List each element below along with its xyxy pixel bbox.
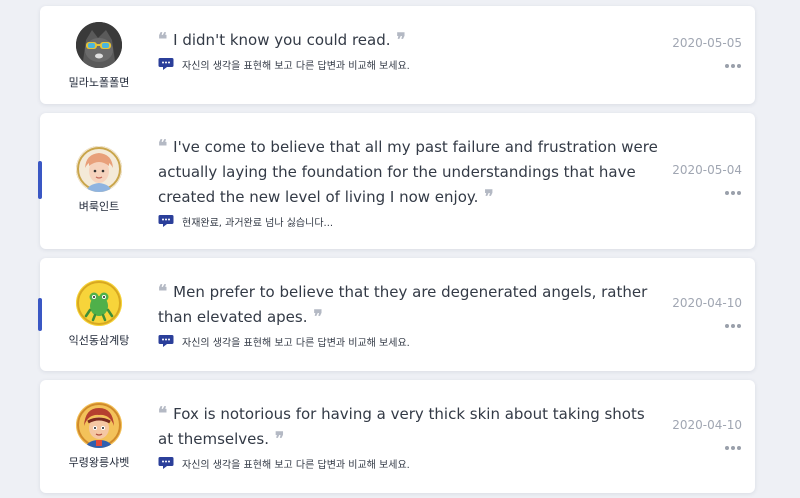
post-date: 2020-05-04	[672, 163, 742, 177]
chat-bubble-icon	[158, 457, 174, 469]
comment-link[interactable]: 현재완료, 과거완료 넘나 싫습니다...	[158, 213, 658, 229]
ellipsis-icon	[725, 324, 729, 328]
comment-link[interactable]: 자신의 생각을 표현해 보고 다른 답변과 비교해 보세요.	[158, 56, 658, 72]
author-name[interactable]: 밀라노폴폴면	[60, 74, 138, 90]
chat-bubble-icon	[158, 58, 174, 70]
quote-text: I've come to believe that all my past fa…	[158, 138, 658, 206]
answer-feed: 밀라노폴폴면 ❝ I didn't know you could read. ❞ 자…	[0, 0, 800, 498]
open-quote-icon: ❝	[158, 30, 168, 50]
avatar[interactable]	[76, 146, 122, 192]
highlight-bar	[38, 298, 42, 331]
author-profile[interactable]: 무령왕릉샤벳	[60, 402, 138, 470]
comment-link[interactable]: 자신의 생각을 표현해 보고 다른 답변과 비교해 보세요.	[158, 333, 658, 349]
chat-bubble-icon	[158, 215, 174, 227]
answer-content: ❝ I didn't know you could read. ❞ 자신의 생각을 …	[158, 28, 658, 72]
ellipsis-icon	[725, 64, 729, 68]
more-options-button[interactable]	[725, 64, 741, 68]
more-options-button[interactable]	[725, 324, 741, 328]
ellipsis-icon	[725, 446, 729, 450]
more-options-button[interactable]	[725, 191, 741, 195]
avatar[interactable]	[76, 402, 122, 448]
avatar[interactable]	[76, 22, 122, 68]
author-profile[interactable]: 밀라노폴폴면	[60, 22, 138, 90]
author-name[interactable]: 무령왕릉샤벳	[60, 454, 138, 470]
answer-content: ❝ I've come to believe that all my past f…	[158, 135, 658, 229]
more-options-button[interactable]	[725, 446, 741, 450]
close-quote-icon: ❞	[274, 429, 285, 449]
author-profile[interactable]: 벼룩인트	[60, 146, 138, 214]
author-name[interactable]: 익선동삼계탕	[60, 332, 138, 348]
post-date: 2020-05-05	[672, 36, 742, 50]
answer-card[interactable]: 밀라노폴폴면 ❝ I didn't know you could read. ❞ 자…	[40, 6, 755, 104]
post-date: 2020-04-10	[672, 296, 742, 310]
comment-link[interactable]: 자신의 생각을 표현해 보고 다른 답변과 비교해 보세요.	[158, 455, 658, 471]
author-profile[interactable]: 익선동삼계탕	[60, 280, 138, 348]
ellipsis-icon	[725, 191, 729, 195]
answer-text: ❝ I've come to believe that all my past f…	[158, 135, 658, 210]
quote-text: Men prefer to believe that they are dege…	[158, 283, 648, 326]
avatar[interactable]	[76, 280, 122, 326]
quote-text: I didn't know you could read.	[173, 31, 391, 49]
answer-text: ❝ Fox is notorious for having a very thic…	[158, 402, 658, 452]
close-quote-icon: ❞	[313, 307, 323, 327]
close-quote-icon: ❞	[396, 30, 406, 50]
answer-card[interactable]: 익선동삼계탕 ❝ Men prefer to believe that they …	[38, 258, 755, 371]
comment-text: 현재완료, 과거완료 넘나 싫습니다...	[182, 217, 334, 229]
answer-text: ❝ I didn't know you could read. ❞	[158, 28, 658, 53]
open-quote-icon: ❝	[158, 137, 168, 157]
author-name[interactable]: 벼룩인트	[60, 198, 138, 214]
open-quote-icon: ❝	[158, 282, 168, 302]
highlight-bar	[38, 161, 42, 199]
comment-text: 자신의 생각을 표현해 보고 다른 답변과 비교해 보세요.	[182, 459, 410, 471]
post-date: 2020-04-10	[672, 418, 742, 432]
answer-card[interactable]: 무령왕릉샤벳 ❝ Fox is notorious for having a ve…	[40, 380, 755, 493]
answer-content: ❝ Men prefer to believe that they are deg…	[158, 280, 658, 349]
answer-content: ❝ Fox is notorious for having a very thic…	[158, 402, 658, 471]
answer-card[interactable]: 벼룩인트 ❝ I've come to believe that all my p…	[38, 113, 755, 249]
quote-text: Fox is notorious for having a very thick…	[158, 405, 645, 448]
answer-text: ❝ Men prefer to believe that they are deg…	[158, 280, 658, 330]
chat-bubble-icon	[158, 335, 174, 347]
close-quote-icon: ❞	[484, 187, 494, 207]
comment-text: 자신의 생각을 표현해 보고 다른 답변과 비교해 보세요.	[182, 60, 410, 72]
comment-text: 자신의 생각을 표현해 보고 다른 답변과 비교해 보세요.	[182, 337, 410, 349]
open-quote-icon: ❝	[158, 404, 168, 424]
